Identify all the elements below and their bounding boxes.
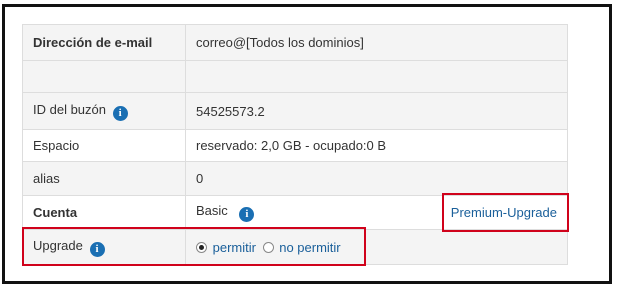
alias-value: 0 [185, 161, 568, 196]
table-row-email: Dirección de e-mail correo@[Todos los do… [22, 24, 568, 61]
upgrade-label-cell: Upgrade i [22, 229, 186, 265]
info-icon[interactable]: i [89, 241, 105, 257]
space-value: reservado: 2,0 GB - ocupado:0 B [185, 129, 568, 162]
alias-label: alias [22, 161, 186, 196]
upgrade-options-cell: permitir no permitir [185, 229, 568, 265]
mailbox-info-table: Dirección de e-mail correo@[Todos los do… [22, 24, 568, 265]
email-value: correo@[Todos los dominios] [185, 24, 568, 61]
mailbox-id-label: ID del buzón [33, 101, 106, 117]
upgrade-label: Upgrade [33, 237, 83, 253]
account-value: Basic [196, 203, 228, 218]
permit-option-label[interactable]: permitir [213, 240, 256, 255]
account-label: Cuenta [22, 195, 186, 230]
info-icon[interactable]: i [112, 105, 128, 121]
table-row-upgrade: Upgrade i permitir no permitir [22, 229, 568, 265]
space-label: Espacio [22, 129, 186, 162]
premium-upgrade-link[interactable]: Premium-Upgrade [451, 205, 557, 220]
no-permit-option-label[interactable]: no permitir [279, 240, 340, 255]
permit-radio[interactable] [196, 241, 207, 253]
table-row-space: Espacio reservado: 2,0 GB - ocupado:0 B [22, 129, 568, 162]
email-label: Dirección de e-mail [22, 24, 186, 61]
table-row-empty [22, 60, 568, 93]
empty-cell [185, 60, 568, 93]
table-row-alias: alias 0 [22, 161, 568, 196]
mailbox-id-label-cell: ID del buzón i [22, 92, 186, 130]
info-icon[interactable]: i [239, 207, 255, 222]
no-permit-radio[interactable] [262, 241, 274, 253]
account-value-cell: Basic i Premium-Upgrade [185, 195, 568, 230]
table-row-account: Cuenta Basic i Premium-Upgrade [22, 195, 568, 230]
empty-cell [22, 60, 186, 93]
mailbox-id-value: 54525573.2 [185, 92, 568, 130]
table-row-mailbox-id: ID del buzón i 54525573.2 [22, 92, 568, 130]
